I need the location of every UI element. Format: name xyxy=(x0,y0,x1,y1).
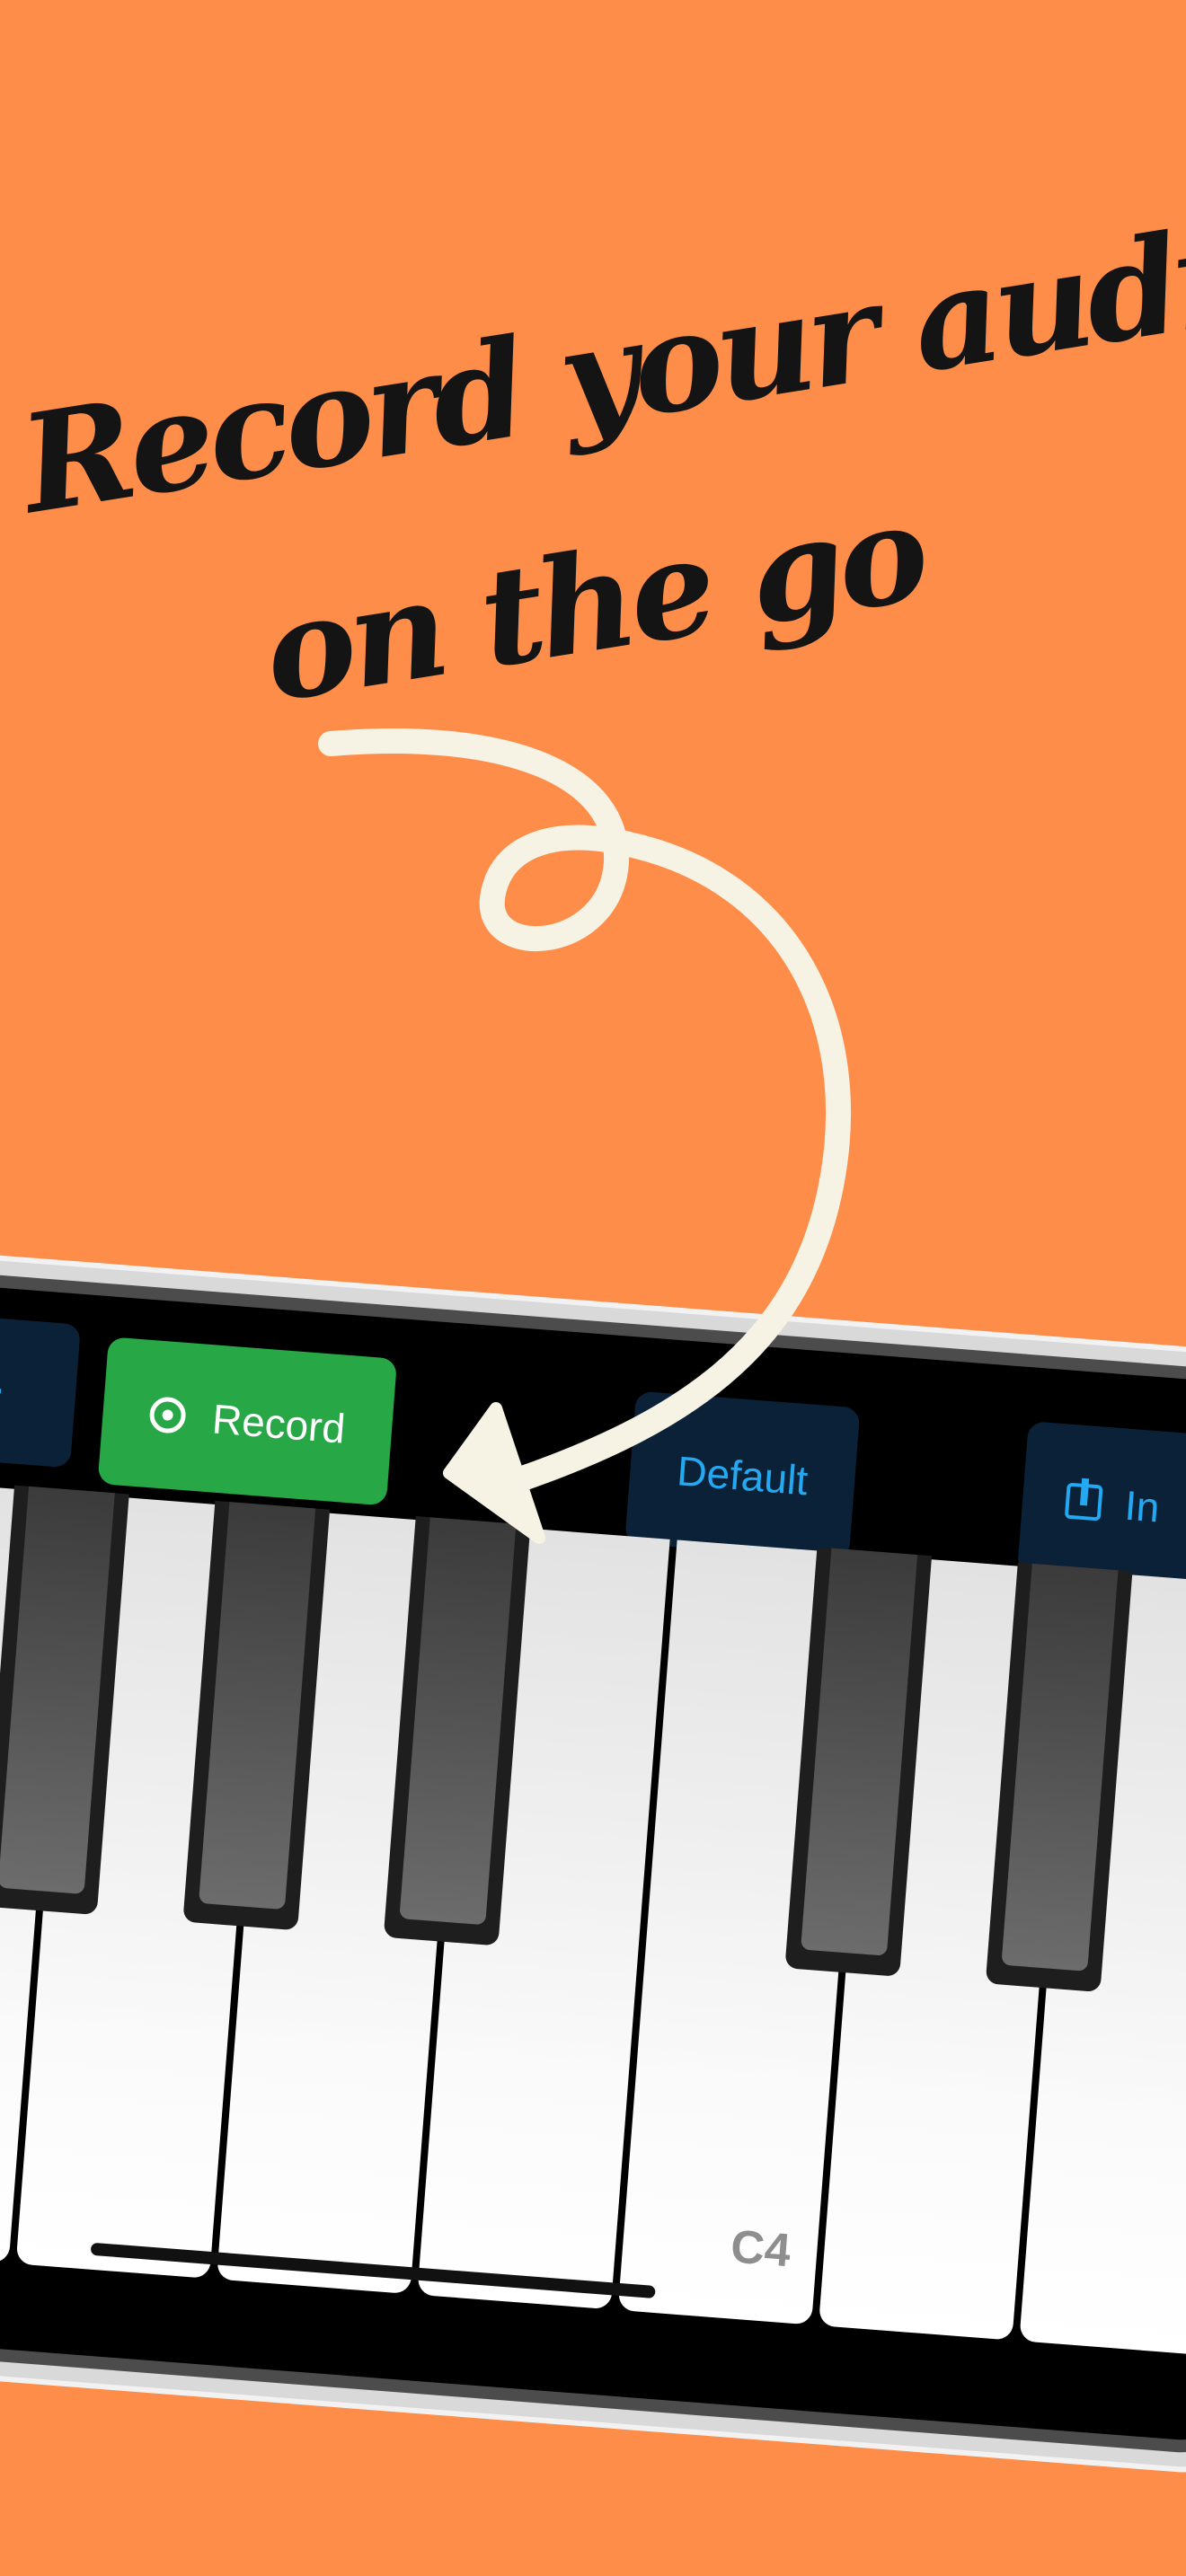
import-label: In xyxy=(1123,1481,1162,1531)
headline-line-1: Record your audio xyxy=(11,185,1186,544)
headline: Record your audio on the go xyxy=(0,0,1186,808)
import-icon xyxy=(1064,1482,1103,1522)
key-label-c4: C4 xyxy=(729,2220,792,2278)
add-label: + xyxy=(0,1353,7,1426)
default-label: Default xyxy=(675,1447,810,1504)
app-screen: + Record Default In C4 xyxy=(0,1283,1186,2444)
headline-line-2: on the go xyxy=(253,472,934,733)
record-icon xyxy=(147,1396,187,1434)
piano-keyboard: C4 xyxy=(0,1478,1186,2443)
phone-mockup: + Record Default In C4 xyxy=(0,1248,1186,2479)
record-label: Record xyxy=(210,1395,348,1452)
add-button[interactable]: + xyxy=(0,1310,82,1469)
record-button[interactable]: Record xyxy=(97,1337,398,1506)
default-preset-button[interactable]: Default xyxy=(624,1390,861,1561)
